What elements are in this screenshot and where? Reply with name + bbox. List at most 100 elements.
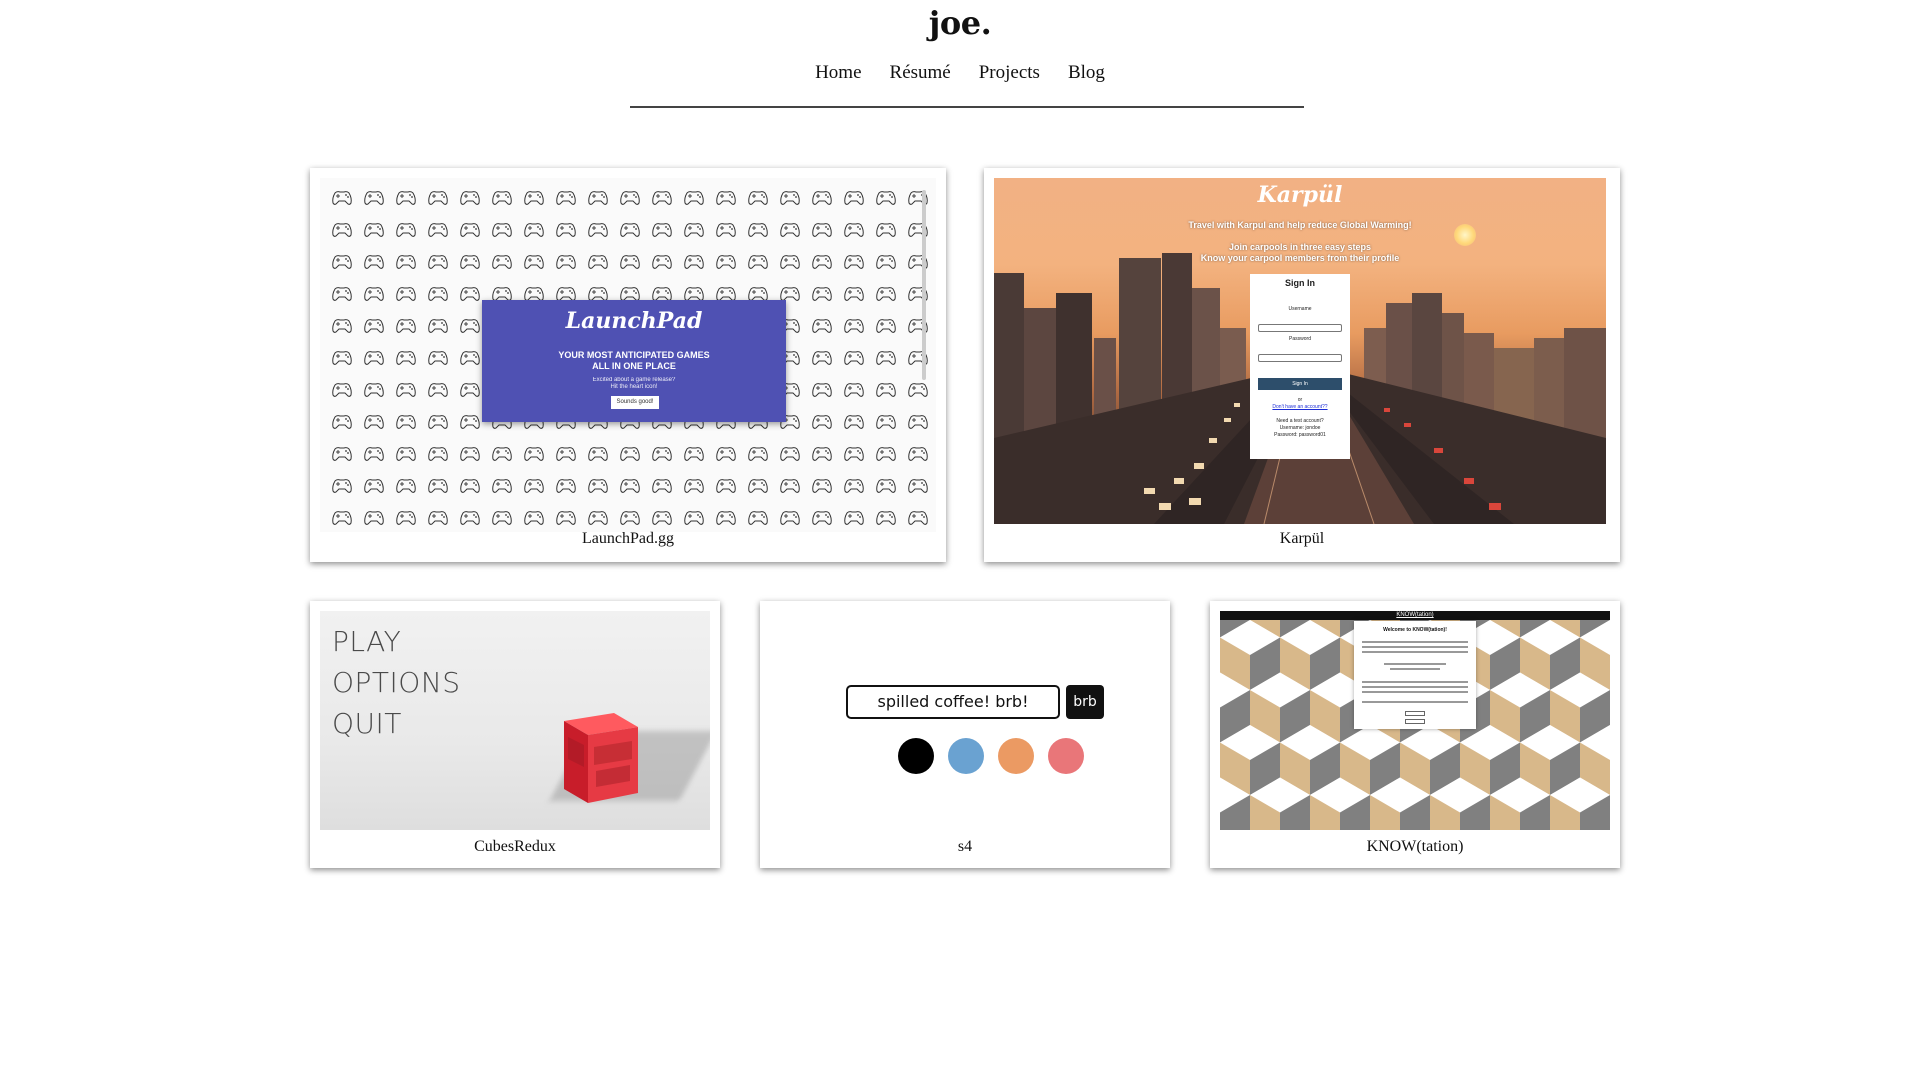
gamepad-icon: [582, 470, 614, 502]
gamepad-icon: [550, 182, 582, 214]
gamepad-icon: [454, 470, 486, 502]
gamepad-icon: [806, 214, 838, 246]
gamepad-icon: [518, 182, 550, 214]
project-caption[interactable]: KNOW(tation): [1210, 838, 1620, 856]
gamepad-icon: [390, 374, 422, 406]
gamepad-icon: [902, 374, 934, 406]
project-thumbnail[interactable]: LaunchPad YOUR MOST ANTICIPATED GAMES AL…: [320, 178, 936, 532]
gamepad-icon: [550, 438, 582, 470]
gamepad-icon: [486, 246, 518, 278]
project-thumbnail[interactable]: Karpül Travel with Karpul and help reduc…: [994, 178, 1606, 524]
gamepad-icon: [806, 246, 838, 278]
gamepad-icon: [742, 502, 774, 532]
gamepad-icon: [326, 214, 358, 246]
project-caption[interactable]: CubesRedux: [310, 838, 720, 856]
gamepad-icon: [678, 502, 710, 532]
nav-blog-link[interactable]: Blog: [1068, 62, 1105, 84]
project-thumbnail[interactable]: PLAY OPTIONS QUIT: [320, 611, 710, 830]
gamepad-icon: [422, 374, 454, 406]
knowtation-header: KNOW(tation): [1220, 611, 1610, 620]
gamepad-icon: [678, 214, 710, 246]
tagline: YOUR MOST ANTICIPATED GAMES ALL IN ONE P…: [558, 350, 710, 371]
gamepad-icon: [870, 278, 902, 310]
gamepad-icon: [550, 470, 582, 502]
gamepad-icon: [870, 342, 902, 374]
project-caption[interactable]: Karpül: [984, 530, 1620, 548]
project-caption[interactable]: s4: [760, 838, 1170, 856]
gamepad-icon: [518, 502, 550, 532]
gamepad-icon: [486, 470, 518, 502]
gamepad-icon: [390, 278, 422, 310]
gamepad-icon: [838, 406, 870, 438]
gamepad-icon: [614, 502, 646, 532]
gamepad-icon: [326, 310, 358, 342]
nav-projects-link[interactable]: Projects: [979, 62, 1040, 84]
gamepad-icon: [806, 406, 838, 438]
gamepad-icon: [614, 214, 646, 246]
project-card-launchpad[interactable]: LaunchPad YOUR MOST ANTICIPATED GAMES AL…: [310, 168, 946, 562]
menu-options: OPTIONS: [332, 666, 461, 699]
gamepad-icon: [518, 214, 550, 246]
gamepad-icon: [614, 438, 646, 470]
gamepad-icon: [390, 470, 422, 502]
project-caption[interactable]: LaunchPad.gg: [310, 530, 946, 548]
game-menu: PLAY OPTIONS QUIT: [332, 621, 461, 744]
gamepad-icon: [358, 278, 390, 310]
gamepad-icon: [486, 214, 518, 246]
gamepad-icon: [646, 214, 678, 246]
gamepad-icon: [358, 406, 390, 438]
nav-home-link[interactable]: Home: [815, 62, 861, 84]
test-password-text: Password: password01: [1274, 432, 1326, 438]
project-card-knowtation[interactable]: KNOW(tation) Welcome to KNOW(tation)! KN…: [1210, 601, 1620, 868]
gamepad-icon: [678, 182, 710, 214]
project-card-s4[interactable]: spilled coffee! brb! brb s4: [760, 601, 1170, 868]
project-thumbnail[interactable]: KNOW(tation) Welcome to KNOW(tation)!: [1220, 611, 1610, 830]
gamepad-icon: [454, 214, 486, 246]
gamepad-icon: [806, 502, 838, 532]
gamepad-icon: [358, 182, 390, 214]
nav-resume-link[interactable]: Résumé: [890, 62, 951, 84]
gamepad-icon: [902, 438, 934, 470]
gamepad-icon: [774, 470, 806, 502]
panel-text-line: [1362, 691, 1468, 693]
gamepad-icon: [838, 502, 870, 532]
menu-play: PLAY: [332, 625, 402, 658]
or-text: or: [1297, 397, 1303, 403]
gamepad-icon: [582, 182, 614, 214]
gamepad-icon: [870, 374, 902, 406]
gamepad-icon: [614, 470, 646, 502]
gamepad-icon: [358, 310, 390, 342]
password-label: Password: [1289, 336, 1311, 342]
menu-quit: QUIT: [332, 707, 402, 740]
gamepad-icon: [390, 502, 422, 532]
project-card-karpul[interactable]: Karpül Travel with Karpul and help reduc…: [984, 168, 1620, 562]
gamepad-icon: [710, 502, 742, 532]
gamepad-icon: [806, 374, 838, 406]
project-card-cubesredux[interactable]: PLAY OPTIONS QUIT CubesRedux: [310, 601, 720, 868]
gamepad-icon: [614, 246, 646, 278]
gamepad-icon: [326, 246, 358, 278]
gamepad-icon: [550, 246, 582, 278]
panel-title: Welcome to KNOW(tation)!: [1383, 627, 1447, 633]
gamepad-icon: [806, 278, 838, 310]
gamepad-icon: [742, 182, 774, 214]
gamepad-icon: [390, 214, 422, 246]
gamepad-icon: [550, 214, 582, 246]
gamepad-icon: [838, 342, 870, 374]
gamepad-icon: [422, 406, 454, 438]
gamepad-icon: [390, 182, 422, 214]
gamepad-icon: [646, 502, 678, 532]
status-input: spilled coffee! brb!: [846, 685, 1060, 719]
site-title[interactable]: joe.: [0, 4, 1920, 42]
welcome-panel: Welcome to KNOW(tation)!: [1354, 621, 1476, 729]
gamepad-icon: [326, 470, 358, 502]
gamepad-icon: [646, 438, 678, 470]
gamepad-icon: [422, 342, 454, 374]
gamepad-icon: [358, 214, 390, 246]
gamepad-icon: [902, 214, 934, 246]
signin-form: Sign In Username Password Sign In or Don…: [1250, 274, 1350, 459]
gamepad-icon: [902, 246, 934, 278]
gamepad-icon: [646, 470, 678, 502]
project-thumbnail[interactable]: spilled coffee! brb! brb: [770, 611, 1160, 830]
gamepad-icon: [422, 182, 454, 214]
